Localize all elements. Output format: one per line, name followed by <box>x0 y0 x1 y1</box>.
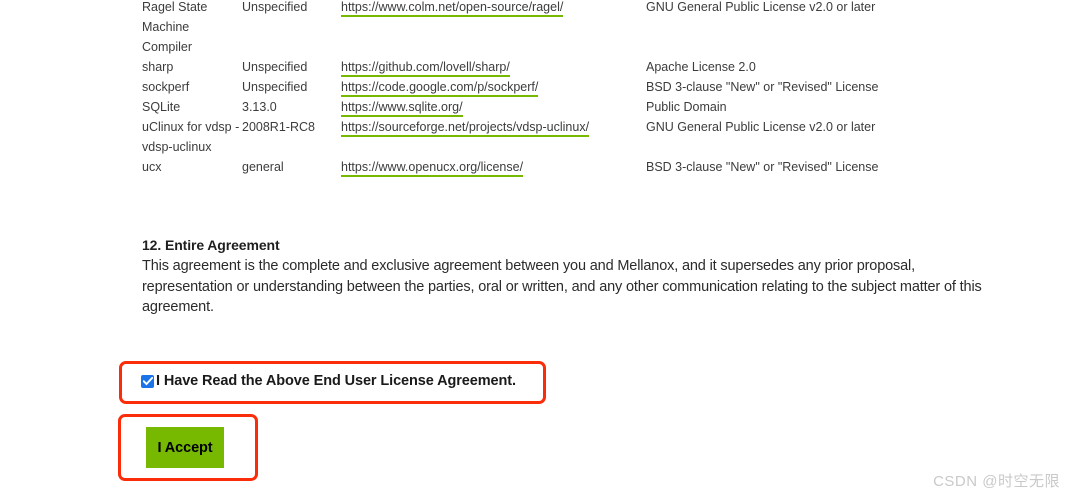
eula-checkbox-row[interactable]: I Have Read the Above End User License A… <box>141 373 516 389</box>
table-row: Compiler <box>142 37 1042 57</box>
cell-license-type: Public Domain <box>646 100 727 114</box>
cell-component-name: uClinux for vdsp - <box>142 120 240 134</box>
table-row: ucx general https://www.openucx.org/lice… <box>142 157 1042 177</box>
cell-url: https://sourceforge.net/projects/vdsp-uc… <box>341 117 590 137</box>
table-row: vdsp-uclinux <box>142 137 1042 157</box>
cell-version: Unspecified <box>242 60 308 74</box>
license-url-link[interactable]: https://www.colm.net/open-source/ragel/ <box>341 0 564 17</box>
license-url-link[interactable]: https://github.com/lovell/sharp/ <box>341 60 510 77</box>
checkmark-icon <box>142 376 153 385</box>
license-table: Ragel State Unspecified https://www.colm… <box>142 0 1042 177</box>
cell-component-name: ucx <box>142 160 162 174</box>
cell-license-type: GNU General Public License v2.0 or later <box>646 120 876 134</box>
license-url-link[interactable]: https://sourceforge.net/projects/vdsp-uc… <box>341 120 590 137</box>
cell-url: https://github.com/lovell/sharp/ <box>341 57 510 77</box>
section-heading: 12. Entire Agreement <box>142 237 280 253</box>
cell-url: https://code.google.com/p/sockperf/ <box>341 77 539 97</box>
cell-component-name: Machine <box>142 20 190 34</box>
cell-license-type: GNU General Public License v2.0 or later <box>646 0 876 14</box>
accept-button[interactable]: I Accept <box>146 427 224 468</box>
cell-license-type: Apache License 2.0 <box>646 60 756 74</box>
table-row: sockperf Unspecified https://code.google… <box>142 77 1042 97</box>
cell-version: Unspecified <box>242 0 308 14</box>
license-url-link[interactable]: https://code.google.com/p/sockperf/ <box>341 80 539 97</box>
cell-component-name: Compiler <box>142 40 193 54</box>
cell-license-type: BSD 3-clause "New" or "Revised" License <box>646 160 879 174</box>
cell-component-name: sockperf <box>142 80 190 94</box>
cell-component-name: SQLite <box>142 100 181 114</box>
cell-version: 2008R1-RC8 <box>242 120 315 134</box>
table-row: uClinux for vdsp - 2008R1-RC8 https://so… <box>142 117 1042 137</box>
cell-license-type: BSD 3-clause "New" or "Revised" License <box>646 80 879 94</box>
cell-url: https://www.sqlite.org/ <box>341 97 463 117</box>
cell-url: https://www.colm.net/open-source/ragel/ <box>341 0 564 17</box>
section-body-text: This agreement is the complete and exclu… <box>142 258 982 315</box>
cell-component-name: Ragel State <box>142 0 208 14</box>
cell-component-name: sharp <box>142 60 174 74</box>
cell-component-name: vdsp-uclinux <box>142 140 212 154</box>
table-row: sharp Unspecified https://github.com/lov… <box>142 57 1042 77</box>
license-url-link[interactable]: https://www.openucx.org/license/ <box>341 160 524 177</box>
license-url-link[interactable]: https://www.sqlite.org/ <box>341 100 463 117</box>
entire-agreement-section: 12. Entire Agreement This agreement is t… <box>142 237 987 318</box>
cell-version: Unspecified <box>242 80 308 94</box>
table-row: Machine <box>142 17 1042 37</box>
cell-url: https://www.openucx.org/license/ <box>341 157 524 177</box>
eula-checkbox-label: I Have Read the Above End User License A… <box>156 373 516 389</box>
watermark: CSDN @时空无限 <box>933 473 1060 490</box>
cell-version: 3.13.0 <box>242 100 277 114</box>
table-row: SQLite 3.13.0 https://www.sqlite.org/ Pu… <box>142 97 1042 117</box>
table-row: Ragel State Unspecified https://www.colm… <box>142 0 1042 17</box>
cell-version: general <box>242 160 284 174</box>
eula-checkbox[interactable] <box>141 374 154 388</box>
